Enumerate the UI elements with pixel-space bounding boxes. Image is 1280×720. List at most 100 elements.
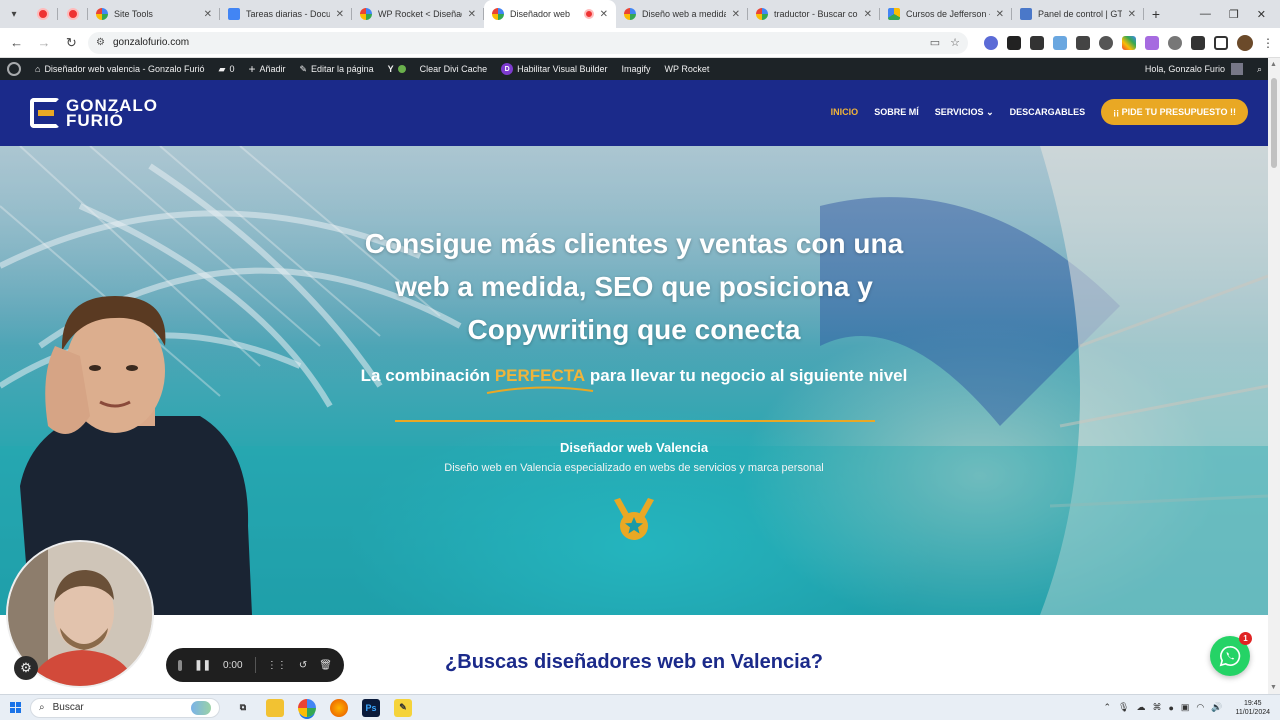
tab-disenador-web[interactable]: Diseñador web ✕: [484, 0, 616, 28]
tab-pinned-2[interactable]: [58, 0, 88, 28]
brush-underline-icon: [486, 386, 593, 394]
puzzle-icon[interactable]: [1190, 35, 1205, 50]
wp-visual-builder[interactable]: D Habilitar Visual Builder: [494, 58, 614, 80]
tab-wp-rocket[interactable]: WP Rocket < Diseñado ✕: [352, 0, 484, 28]
mic-tray-icon[interactable]: ●: [1168, 703, 1173, 713]
recorder-settings-icon[interactable]: ⚙: [14, 656, 38, 680]
minimize-icon[interactable]: —: [1200, 8, 1211, 21]
reload-icon[interactable]: ↻: [61, 32, 82, 54]
stop-icon[interactable]: [178, 659, 183, 671]
search-highlight-icon: [191, 700, 211, 715]
notification-badge: 1: [1239, 632, 1252, 645]
back-icon[interactable]: ←: [6, 32, 27, 54]
close-icon[interactable]: ✕: [996, 9, 1004, 20]
tab-panel[interactable]: Panel de control | GTm ✕: [1012, 0, 1144, 28]
profile-avatar[interactable]: [1236, 34, 1253, 51]
wp-comments[interactable]: ▰ 0: [212, 58, 242, 80]
wp-imagify[interactable]: Imagify: [615, 58, 658, 80]
tab-cursos[interactable]: Cursos de Jefferson - G ✕: [880, 0, 1012, 28]
pause-icon[interactable]: ❚❚: [194, 660, 211, 671]
scroll-up-icon[interactable]: ▲: [1270, 61, 1277, 68]
font-icon[interactable]: [1029, 35, 1044, 50]
nav-inicio[interactable]: INICIO: [831, 107, 859, 117]
wp-rocket[interactable]: WP Rocket: [658, 58, 717, 80]
forward-icon[interactable]: →: [33, 32, 54, 54]
screen-icon[interactable]: [1052, 35, 1067, 50]
start-button[interactable]: [0, 702, 30, 713]
chrome-icon[interactable]: [298, 698, 316, 717]
extension-icon[interactable]: [983, 35, 998, 50]
address-bar[interactable]: ⚙ gonzalofurio.com ▭ ☆: [87, 31, 968, 54]
close-window-icon[interactable]: ✕: [1257, 8, 1266, 21]
tab-tareas[interactable]: Tareas diarias - Docum ✕: [220, 0, 352, 28]
close-icon[interactable]: ✕: [732, 9, 740, 20]
wp-yoast[interactable]: Y: [381, 58, 413, 80]
clock-date: 11/01/2024: [1235, 708, 1270, 716]
site-logo[interactable]: GONZALO FURIÓ: [30, 97, 158, 130]
close-icon[interactable]: ✕: [864, 9, 872, 20]
close-icon[interactable]: ✕: [600, 9, 608, 20]
wp-site-name[interactable]: ⌂ Diseñador web valencia - Gonzalo Furió: [28, 58, 212, 80]
display-icon[interactable]: ▣: [1181, 702, 1190, 713]
tab-traductor[interactable]: traductor - Buscar con ✕: [748, 0, 880, 28]
sidepanel-icon[interactable]: [1213, 35, 1228, 50]
network-icon[interactable]: ⌘: [1152, 702, 1161, 713]
nav-sobre-mi[interactable]: SOBRE MÍ: [874, 107, 919, 117]
mail-icon[interactable]: [1075, 35, 1090, 50]
scroll-down-icon[interactable]: ▼: [1270, 684, 1277, 691]
onedrive-icon[interactable]: ☁: [1136, 702, 1145, 713]
drive-icon: [888, 8, 900, 20]
wp-add-new[interactable]: + Añadir: [241, 58, 292, 80]
cast-icon[interactable]: ▭: [930, 36, 940, 49]
close-icon[interactable]: ✕: [336, 9, 344, 20]
wp-clear-divi-cache[interactable]: Clear Divi Cache: [413, 58, 495, 80]
volume-icon[interactable]: 🔊: [1211, 702, 1222, 713]
firefox-icon[interactable]: [330, 698, 348, 717]
tab-diseno-medida[interactable]: Diseño web a medida ✕: [616, 0, 748, 28]
close-icon[interactable]: ✕: [1128, 9, 1136, 20]
wp-account[interactable]: Hola, Gonzalo Furio ⌕: [1145, 63, 1268, 75]
grid-handle-icon[interactable]: ⋮⋮: [267, 660, 287, 671]
clock[interactable]: 19:45 11/01/2024: [1235, 699, 1270, 717]
home-icon: ⌂: [35, 64, 41, 74]
wp-edit-page[interactable]: ✎ Editar la página: [293, 58, 381, 80]
quote-button[interactable]: ¡¡ PIDE TU PRESUPUESTO !!: [1101, 99, 1248, 125]
restore-icon[interactable]: ❐: [1229, 8, 1239, 21]
browser-tab-strip: ▾ Site Tools ✕ Tareas diarias - Docum ✕ WP…: [0, 0, 1280, 28]
pen-icon[interactable]: [1006, 35, 1021, 50]
page-scrollbar[interactable]: ▲ ▼: [1268, 58, 1280, 694]
site-info-icon[interactable]: ⚙: [96, 37, 105, 48]
scrollbar-thumb[interactable]: [1271, 78, 1277, 168]
bookmark-star-icon[interactable]: ☆: [950, 36, 960, 49]
color-extension-icon[interactable]: [1121, 35, 1136, 50]
photoshop-icon[interactable]: Ps: [362, 698, 380, 717]
google-icon: [360, 8, 372, 20]
menu-dots-icon[interactable]: ⋮: [1262, 36, 1274, 50]
hero-title-line-3: Copywriting que conecta: [467, 314, 801, 345]
nav-servicios[interactable]: SERVICIOS ⌄: [935, 107, 994, 118]
sticky-notes-icon[interactable]: ✎: [394, 698, 412, 717]
nav-descargables[interactable]: DESCARGABLES: [1010, 107, 1086, 117]
wifi-icon[interactable]: ◠: [1196, 702, 1204, 713]
circle-extension-icon[interactable]: [1098, 35, 1113, 50]
tab-site-tools[interactable]: Site Tools ✕: [88, 0, 220, 28]
restart-icon[interactable]: ↺: [299, 660, 307, 671]
wp-logo-item[interactable]: [0, 58, 28, 80]
close-icon[interactable]: ✕: [204, 9, 212, 20]
grey-extension-icon[interactable]: [1167, 35, 1182, 50]
file-explorer-icon[interactable]: [266, 698, 284, 717]
new-tab-icon[interactable]: +: [1144, 6, 1168, 22]
docs-icon: [228, 8, 240, 20]
trash-icon[interactable]: 🗑: [319, 660, 332, 671]
purple-extension-icon[interactable]: [1144, 35, 1159, 50]
taskbar-search[interactable]: ⌕ Buscar: [30, 697, 220, 718]
task-view-icon[interactable]: ⧉: [234, 699, 252, 717]
close-icon[interactable]: ✕: [468, 9, 476, 20]
microphone-icon[interactable]: 🎙: [1118, 702, 1129, 713]
tray-expand-icon[interactable]: ⌃: [1103, 702, 1111, 713]
url-text[interactable]: gonzalofurio.com: [113, 37, 922, 48]
search-icon[interactable]: ⌕: [1257, 64, 1262, 75]
tab-pinned-1[interactable]: [28, 0, 58, 28]
tab-search-icon[interactable]: ▾: [0, 0, 28, 28]
logo-line-2: FURIÓ: [66, 111, 124, 130]
